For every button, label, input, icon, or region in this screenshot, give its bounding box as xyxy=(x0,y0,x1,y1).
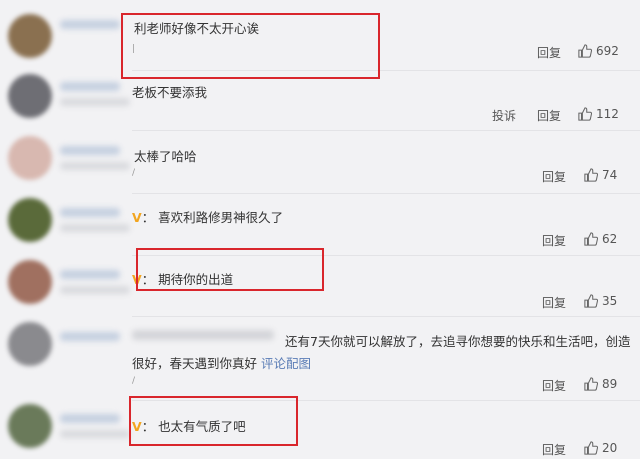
like-button[interactable]: 35 xyxy=(584,294,617,308)
comment-image-link[interactable]: 评论配图 xyxy=(261,356,311,371)
like-button[interactable]: 62 xyxy=(584,232,617,246)
like-button[interactable]: 692 xyxy=(578,44,619,58)
reply-button[interactable]: 回复 xyxy=(542,232,566,249)
reply-button[interactable]: 回复 xyxy=(537,44,561,61)
avatar[interactable] xyxy=(8,198,52,242)
comment-text: 还有7天你就可以解放了，去追寻你想要的快乐和生活吧，创造 xyxy=(285,334,631,349)
divider xyxy=(132,193,640,194)
highlight-box xyxy=(136,248,324,291)
thumbs-up-icon xyxy=(584,377,598,391)
like-count: 89 xyxy=(602,377,618,391)
comment-text: V： 喜欢利路修男神很久了 xyxy=(132,210,284,225)
username-blurred xyxy=(60,224,130,232)
divider xyxy=(132,316,640,317)
comment-text: 很好，春天遇到你真好 评论配图 xyxy=(132,356,311,371)
thumbs-up-icon xyxy=(578,107,592,121)
thumbs-up-icon xyxy=(584,294,598,308)
verified-badge-icon: V xyxy=(132,210,142,225)
report-button[interactable]: 投诉 xyxy=(492,107,516,124)
avatar[interactable] xyxy=(8,14,52,58)
comment-text: 太棒了哈哈 xyxy=(134,149,197,164)
like-count: 692 xyxy=(596,44,619,58)
like-button[interactable]: 112 xyxy=(578,107,619,121)
reply-button[interactable]: 回复 xyxy=(542,294,566,311)
avatar[interactable] xyxy=(8,74,52,118)
reply-button[interactable]: 回复 xyxy=(537,107,561,124)
like-count: 74 xyxy=(602,168,618,182)
username-blurred xyxy=(132,330,274,340)
thumbs-up-icon xyxy=(584,168,598,182)
divider xyxy=(132,130,640,131)
like-button[interactable]: 89 xyxy=(584,377,617,391)
username-blurred xyxy=(60,20,120,29)
thumbs-up-icon xyxy=(578,44,592,58)
avatar[interactable] xyxy=(8,404,52,448)
like-button[interactable]: 20 xyxy=(584,441,617,455)
reply-button[interactable]: 回复 xyxy=(542,441,566,458)
username-blurred xyxy=(60,162,130,170)
highlight-box xyxy=(129,396,298,446)
like-count: 112 xyxy=(596,107,619,121)
thumbs-up-icon xyxy=(584,441,598,455)
comment-page: { "comments": [ {"text": "利老师好像不太开心诶", "… xyxy=(0,0,640,459)
username-blurred xyxy=(60,270,120,279)
reply-button[interactable]: 回复 xyxy=(542,168,566,185)
username-blurred xyxy=(60,82,120,91)
like-button[interactable]: 74 xyxy=(584,168,617,182)
like-count: 62 xyxy=(602,232,618,246)
username-blurred xyxy=(60,146,120,155)
comment-mark: / xyxy=(132,376,136,386)
reply-button[interactable]: 回复 xyxy=(542,377,566,394)
highlight-box xyxy=(121,13,380,79)
username-blurred xyxy=(60,414,120,423)
comment-text: 老板不要添我 xyxy=(132,85,208,100)
username-blurred xyxy=(60,98,130,106)
comment-mark: / xyxy=(132,168,136,178)
thumbs-up-icon xyxy=(584,232,598,246)
username-blurred xyxy=(60,208,120,217)
username-blurred xyxy=(60,332,120,341)
avatar[interactable] xyxy=(8,322,52,366)
avatar[interactable] xyxy=(8,260,52,304)
like-count: 20 xyxy=(602,441,618,455)
username-blurred xyxy=(60,286,130,294)
avatar[interactable] xyxy=(8,136,52,180)
username-blurred xyxy=(60,430,130,438)
like-count: 35 xyxy=(602,294,618,308)
